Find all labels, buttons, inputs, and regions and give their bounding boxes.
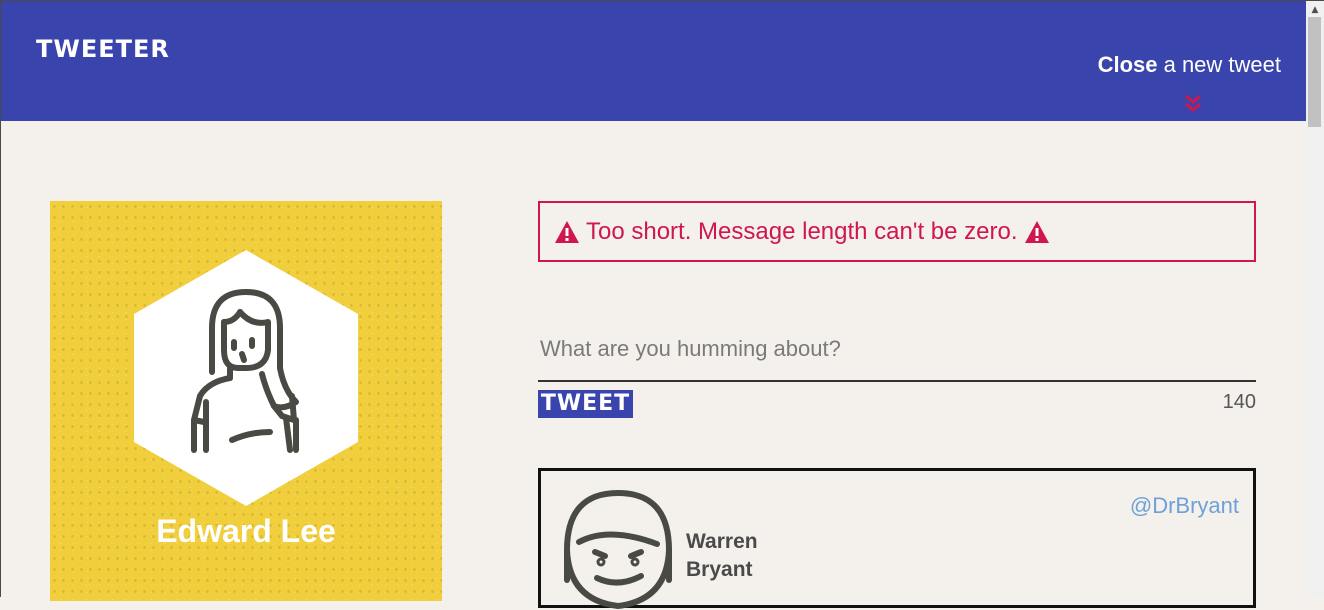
top-navbar: TWEETER Close a new tweet — [1, 1, 1306, 121]
warning-icon — [555, 220, 579, 243]
compose-toggle-button[interactable]: Close a new tweet — [1098, 52, 1281, 78]
profile-card: Edward Lee — [50, 201, 442, 601]
warning-icon — [1024, 220, 1049, 243]
error-text: Too short. Message length can't be zero. — [586, 217, 1018, 245]
scroll-thumb[interactable] — [1308, 17, 1321, 127]
tweet-compose-input[interactable] — [538, 318, 1256, 382]
tweet-submit-button[interactable]: TWEET — [538, 390, 633, 418]
character-counter: 140 — [1222, 391, 1256, 413]
profile-name: Edward Lee — [156, 513, 336, 549]
scroll-up-arrow-icon[interactable]: ▲ — [1306, 5, 1324, 15]
woman-avatar-icon — [134, 250, 358, 506]
error-message: Too short. Message length can't be zero. — [538, 201, 1256, 262]
page-scrollbar[interactable]: ▲ — [1306, 1, 1324, 597]
tweet-card: Warren Bryant @DrBryant — [538, 468, 1256, 610]
tweet-author-name: Warren Bryant — [686, 528, 758, 584]
tweet-author-handle[interactable]: @DrBryant — [1130, 493, 1239, 519]
compose-toggle-rest: a new tweet — [1157, 52, 1281, 77]
tweet-author-first: Warren — [686, 530, 758, 553]
man-avatar-icon — [564, 490, 672, 610]
brand-logo: TWEETER — [36, 35, 170, 63]
chevron-double-down-icon[interactable] — [1182, 93, 1204, 115]
compose-toggle-bold: Close — [1097, 52, 1158, 77]
tweet-author-last: Bryant — [686, 558, 753, 581]
